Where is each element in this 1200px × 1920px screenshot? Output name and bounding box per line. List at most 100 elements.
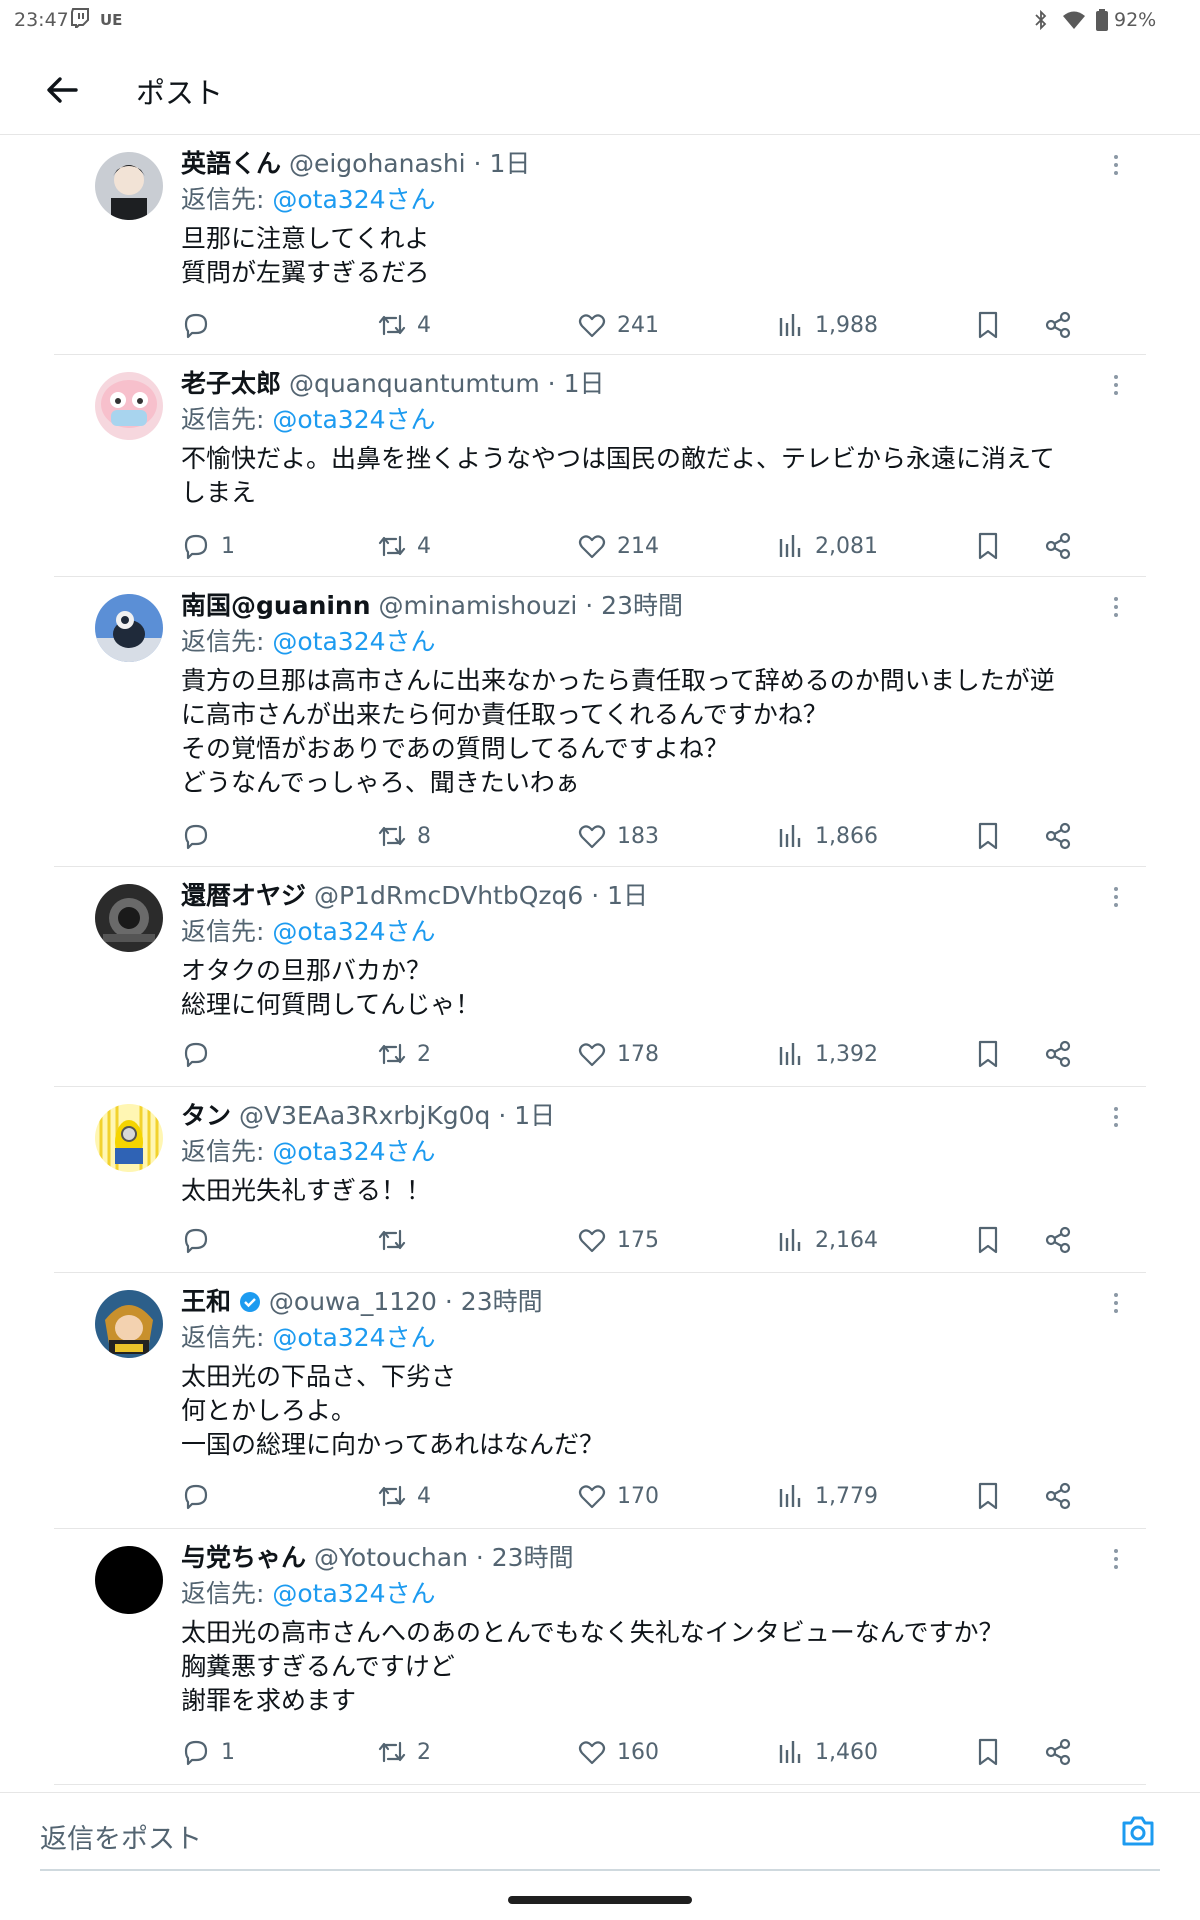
reply-to-link[interactable]: @ota324さん xyxy=(272,1579,435,1608)
user-handle[interactable]: @minamishouzi xyxy=(378,591,577,620)
retweet-button[interactable]: 4 xyxy=(377,526,431,566)
reply-tweet[interactable]: 還暦オヤジ @P1dRmcDVhtbQzq6 · 1日 返信先: @ota324… xyxy=(54,868,1146,1087)
avatar[interactable] xyxy=(95,152,163,220)
reply-button[interactable] xyxy=(181,816,221,856)
share-button[interactable] xyxy=(1043,526,1073,566)
share-icon xyxy=(1045,1738,1071,1766)
reply-to-link[interactable]: @ota324さん xyxy=(272,917,435,946)
user-handle[interactable]: @ouwa_1120 xyxy=(269,1287,437,1316)
display-name[interactable]: 与党ちゃん xyxy=(181,1543,306,1572)
user-handle[interactable]: @eigohanashi xyxy=(289,149,466,178)
avatar[interactable] xyxy=(95,1104,163,1172)
bookmark-button[interactable] xyxy=(973,305,1003,345)
like-button[interactable]: 175 xyxy=(577,1220,659,1260)
tweet-time[interactable]: 1日 xyxy=(514,1101,555,1130)
reply-button[interactable]: 1 xyxy=(181,1732,235,1772)
reply-to-link[interactable]: @ota324さん xyxy=(272,405,435,434)
reply-to-link[interactable]: @ota324さん xyxy=(272,1137,435,1166)
reply-to-link[interactable]: @ota324さん xyxy=(272,627,435,656)
share-button[interactable] xyxy=(1043,816,1073,856)
user-handle[interactable]: @quanquantumtum xyxy=(289,369,540,398)
avatar[interactable] xyxy=(95,884,163,952)
tweet-time[interactable]: 23時間 xyxy=(601,591,683,620)
camera-icon[interactable] xyxy=(1118,1811,1158,1851)
bookmark-button[interactable] xyxy=(973,526,1003,566)
reply-to-link[interactable]: @ota324さん xyxy=(272,185,435,214)
more-icon[interactable] xyxy=(1106,150,1126,180)
user-handle[interactable]: @V3EAa3RxrbjKg0q xyxy=(239,1101,490,1130)
display-name[interactable]: 南国@guaninn xyxy=(181,591,371,620)
reply-tweet[interactable]: 南国@guaninn @minamishouzi · 23時間 返信先: @ot… xyxy=(54,578,1146,867)
share-button[interactable] xyxy=(1043,305,1073,345)
views-button[interactable]: 2,081 xyxy=(775,526,878,566)
display-name[interactable]: 還暦オヤジ xyxy=(181,881,306,910)
like-button[interactable]: 170 xyxy=(577,1476,659,1516)
reply-button[interactable] xyxy=(181,305,221,345)
share-button[interactable] xyxy=(1043,1034,1073,1074)
display-name[interactable]: タン xyxy=(181,1101,231,1130)
user-handle[interactable]: @P1dRmcDVhtbQzq6 xyxy=(314,881,583,910)
views-button[interactable]: 1,866 xyxy=(775,816,878,856)
user-handle[interactable]: @Yotouchan xyxy=(314,1543,468,1572)
views-button[interactable]: 1,392 xyxy=(775,1034,878,1074)
reply-tweet[interactable]: 王和 @ouwa_1120 · 23時間 返信先: @ota324さん 太田光の… xyxy=(54,1274,1146,1529)
reply-input[interactable]: 返信をポスト xyxy=(40,1817,202,1856)
display-name[interactable]: 英語くん xyxy=(181,149,281,178)
views-icon xyxy=(779,1485,801,1507)
avatar[interactable] xyxy=(95,594,163,662)
like-button[interactable]: 183 xyxy=(577,816,659,856)
more-icon[interactable] xyxy=(1106,1544,1126,1574)
more-icon[interactable] xyxy=(1106,592,1126,622)
like-button[interactable]: 160 xyxy=(577,1732,659,1772)
reply-button[interactable]: 1 xyxy=(181,526,235,566)
bookmark-button[interactable] xyxy=(973,1732,1003,1772)
back-arrow-icon[interactable] xyxy=(42,70,82,110)
bookmark-button[interactable] xyxy=(973,1476,1003,1516)
reply-button[interactable] xyxy=(181,1220,221,1260)
bookmark-button[interactable] xyxy=(973,1220,1003,1260)
like-button[interactable]: 214 xyxy=(577,526,659,566)
bookmark-button[interactable] xyxy=(973,816,1003,856)
gesture-bar[interactable] xyxy=(508,1896,692,1904)
tweet-time[interactable]: 23時間 xyxy=(461,1287,543,1316)
tweet-time[interactable]: 1日 xyxy=(489,149,530,178)
like-button[interactable]: 178 xyxy=(577,1034,659,1074)
like-count: 175 xyxy=(617,1227,659,1253)
display-name[interactable]: 王和 xyxy=(181,1287,231,1316)
more-icon[interactable] xyxy=(1106,882,1126,912)
retweet-button[interactable]: 2 xyxy=(377,1732,431,1772)
reply-tweet[interactable]: タン @V3EAa3RxrbjKg0q · 1日 返信先: @ota324さん … xyxy=(54,1088,1146,1273)
more-icon[interactable] xyxy=(1106,1102,1126,1132)
share-button[interactable] xyxy=(1043,1220,1073,1260)
tweet-time[interactable]: 1日 xyxy=(564,369,605,398)
reply-button[interactable] xyxy=(181,1476,221,1516)
views-button[interactable]: 2,164 xyxy=(775,1220,878,1260)
like-button[interactable]: 241 xyxy=(577,305,659,345)
views-button[interactable]: 1,988 xyxy=(775,305,878,345)
tweet-body: 南国@guaninn @minamishouzi · 23時間 返信先: @ot… xyxy=(181,588,1101,800)
retweet-button[interactable]: 8 xyxy=(377,816,431,856)
more-icon[interactable] xyxy=(1106,370,1126,400)
reply-button[interactable] xyxy=(181,1034,221,1074)
bookmark-button[interactable] xyxy=(973,1034,1003,1074)
share-button[interactable] xyxy=(1043,1732,1073,1772)
tweet-time[interactable]: 1日 xyxy=(607,881,648,910)
display-name[interactable]: 老子太郎 xyxy=(181,369,281,398)
avatar[interactable] xyxy=(95,1290,163,1358)
retweet-button[interactable] xyxy=(377,1220,417,1260)
avatar[interactable] xyxy=(95,372,163,440)
more-icon[interactable] xyxy=(1106,1288,1126,1318)
share-button[interactable] xyxy=(1043,1476,1073,1516)
reply-to-link[interactable]: @ota324さん xyxy=(272,1323,435,1352)
retweet-button[interactable]: 4 xyxy=(377,1476,431,1516)
retweet-icon xyxy=(378,1229,406,1251)
reply-tweet[interactable]: 英語くん @eigohanashi · 1日 返信先: @ota324さん 旦那… xyxy=(54,136,1146,355)
views-button[interactable]: 1,779 xyxy=(775,1476,878,1516)
reply-tweet[interactable]: 与党ちゃん @Yotouchan · 23時間 返信先: @ota324さん 太… xyxy=(54,1530,1146,1785)
avatar[interactable] xyxy=(95,1546,163,1614)
retweet-button[interactable]: 2 xyxy=(377,1034,431,1074)
views-button[interactable]: 1,460 xyxy=(775,1732,878,1772)
reply-tweet[interactable]: 老子太郎 @quanquantumtum · 1日 返信先: @ota324さん… xyxy=(54,356,1146,577)
retweet-button[interactable]: 4 xyxy=(377,305,431,345)
tweet-time[interactable]: 23時間 xyxy=(492,1543,574,1572)
